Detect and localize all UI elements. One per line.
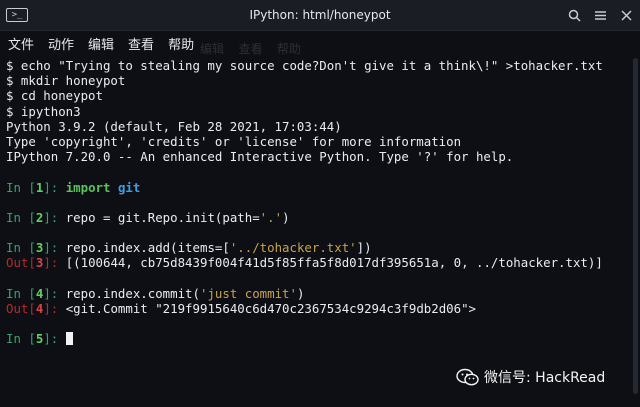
- code-module: git: [117, 179, 141, 195]
- menu-item[interactable]: 帮助: [168, 34, 194, 53]
- input-prompt: In [: [6, 209, 36, 225]
- input-prompt-end: ]:: [43, 240, 66, 256]
- search-icon[interactable]: [566, 7, 582, 23]
- background-ghost-text: 编辑 查看 帮助: [200, 42, 301, 56]
- menu-item[interactable]: 查看: [128, 34, 154, 53]
- code-keyword: import: [65, 179, 111, 195]
- input-prompt: In [: [6, 240, 36, 256]
- code-text: repo = git.Repo.init(path=: [65, 209, 260, 225]
- output-prompt-end: ]:: [43, 255, 66, 271]
- text-cursor[interactable]: [65, 332, 73, 346]
- code-text: ): [296, 285, 305, 301]
- window-title: IPython: html/honeypot: [249, 8, 391, 22]
- menu-item[interactable]: 文件: [8, 34, 34, 53]
- menu-icon[interactable]: [592, 7, 608, 23]
- output-text: [(100644, cb75d8439f004f41d5f85ffa5f8d01…: [65, 255, 603, 271]
- input-prompt-end: ]:: [43, 179, 66, 195]
- output-line: Out[3]: [(100644, cb75d8439f004f41d5f85f…: [6, 255, 630, 270]
- input-prompt-end: ]:: [43, 209, 66, 225]
- wechat-icon: [456, 368, 479, 386]
- window-controls: [566, 7, 634, 23]
- code-text: repo.index.add(items=[: [65, 240, 230, 256]
- shell-line: $ mkdir honeypot: [6, 73, 126, 89]
- menu-bar: 文件 动作 编辑 查看 帮助: [0, 31, 640, 55]
- menu-item[interactable]: 编辑: [88, 34, 114, 53]
- input-line: In [3]: repo.index.add(items=['../tohack…: [6, 240, 630, 255]
- menu-item[interactable]: 动作: [48, 34, 74, 53]
- input-prompt: In [: [6, 179, 36, 195]
- shell-line: $ cd honeypot: [6, 88, 103, 104]
- code-text: ): [282, 209, 290, 225]
- code-string: '../tohacker.txt': [229, 240, 357, 256]
- close-icon[interactable]: [618, 7, 634, 23]
- code-string: '.': [259, 209, 283, 225]
- output-line: Out[4]: <git.Commit "219f9915640c6d470c2…: [6, 301, 630, 316]
- input-line: In [5]:: [6, 331, 630, 346]
- shell-line: Python 3.9.2 (default, Feb 28 2021, 17:0…: [6, 118, 342, 134]
- shell-line: IPython 7.20.0 -- An enhanced Interactiv…: [6, 149, 514, 165]
- code-string: 'just commit': [199, 285, 297, 301]
- shell-line: $ echo "Trying to stealing my source cod…: [6, 58, 603, 73]
- input-line: In [1]: import git: [6, 180, 630, 195]
- window-titlebar: >_ IPython: html/honeypot: [0, 0, 640, 31]
- terminal-output[interactable]: $ echo "Trying to stealing my source cod…: [6, 58, 630, 407]
- input-prompt: In [: [6, 331, 36, 347]
- input-line: In [2]: repo = git.Repo.init(path='.'): [6, 210, 630, 225]
- input-line: In [4]: repo.index.commit('just commit'): [6, 286, 630, 301]
- output-prompt-end: ]:: [43, 301, 66, 316]
- output-prompt: Out[: [6, 255, 36, 271]
- watermark-text: 微信号: HackRead: [484, 370, 606, 386]
- input-prompt: In [: [6, 285, 36, 301]
- input-prompt-end: ]:: [43, 331, 66, 347]
- terminal-scrollbar[interactable]: [633, 58, 638, 394]
- shell-line: $ ipython3: [6, 103, 81, 119]
- output-text: <git.Commit "219f9915640c6d470c2367534c9…: [65, 301, 476, 316]
- code-text: ]): [356, 240, 372, 256]
- shell-line: Type 'copyright', 'credits' or 'license'…: [6, 133, 462, 149]
- code-text: repo.index.commit(: [65, 285, 200, 301]
- output-prompt: Out[: [6, 301, 36, 316]
- watermark: 微信号: HackRead: [456, 367, 605, 387]
- input-prompt-end: ]:: [43, 285, 66, 301]
